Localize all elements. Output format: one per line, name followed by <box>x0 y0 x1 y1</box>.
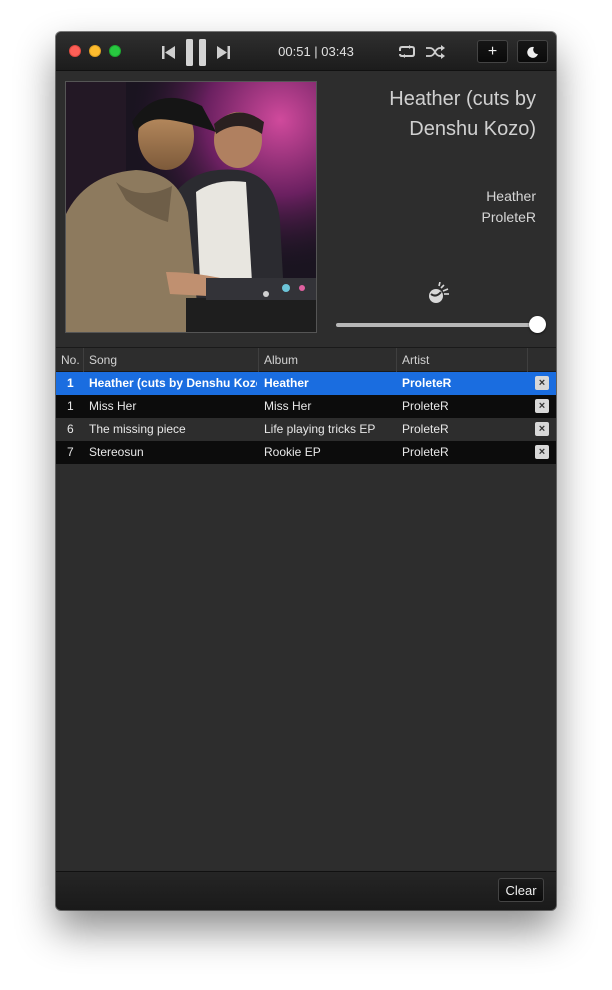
album-art <box>65 81 317 333</box>
table-row[interactable]: 7 Stereosun Rookie EP ProleteR × <box>56 441 556 464</box>
clear-button[interactable]: Clear <box>498 878 544 902</box>
remove-track-button[interactable]: × <box>535 445 549 459</box>
title-bar: 00:51 | 03:43 + <box>56 32 556 71</box>
plus-icon: + <box>487 42 498 60</box>
row-artist: ProleteR <box>402 445 449 459</box>
row-song: Heather (cuts by Denshu Kozo) <box>89 376 257 390</box>
column-header-artist[interactable]: Artist <box>402 353 429 367</box>
remove-track-button[interactable]: × <box>535 376 549 390</box>
row-album: Rookie EP <box>264 445 321 459</box>
close-icon: × <box>538 400 546 412</box>
shuffle-button[interactable] <box>424 43 446 61</box>
time-display: 00:51 | 03:43 <box>278 44 354 59</box>
now-playing-panel: Heather (cuts by Denshu Kozo) Heather Pr… <box>56 72 556 347</box>
volume-slider-thumb[interactable] <box>529 316 546 333</box>
repeat-button[interactable] <box>396 43 418 61</box>
playlist-header: No. Song Album Artist <box>56 347 556 372</box>
night-mode-button[interactable] <box>517 40 548 63</box>
row-artist: ProleteR <box>402 376 452 390</box>
track-album: Heather <box>486 188 536 204</box>
row-album: Heather <box>264 376 309 390</box>
moon-icon <box>526 46 538 58</box>
row-song: Stereosun <box>89 445 144 459</box>
playlist-empty-area <box>56 464 556 870</box>
player-window: 00:51 | 03:43 + Heather (cuts by Denshu … <box>56 32 556 910</box>
pause-icon <box>186 39 206 66</box>
close-window-button[interactable] <box>69 45 81 57</box>
track-artist: ProleteR <box>481 209 536 225</box>
close-icon: × <box>538 377 546 389</box>
minimize-window-button[interactable] <box>89 45 101 57</box>
close-icon: × <box>538 423 546 435</box>
row-song: Miss Her <box>89 399 137 413</box>
row-no: 1 <box>67 399 74 413</box>
remove-track-button[interactable]: × <box>535 422 549 436</box>
row-song: The missing piece <box>89 422 186 436</box>
pause-button[interactable] <box>184 39 208 66</box>
next-icon <box>217 45 230 59</box>
row-album: Life playing tricks EP <box>264 422 376 436</box>
shuffle-icon <box>426 45 445 59</box>
row-no: 7 <box>67 445 74 459</box>
row-no: 1 <box>67 376 74 390</box>
add-button[interactable]: + <box>477 40 508 63</box>
remove-track-button[interactable]: × <box>535 399 549 413</box>
row-no: 6 <box>67 422 74 436</box>
next-button[interactable] <box>214 44 232 60</box>
column-header-no[interactable]: No. <box>61 353 80 367</box>
close-icon: × <box>538 446 546 458</box>
volume-icon <box>428 281 452 304</box>
repeat-icon <box>399 45 415 58</box>
row-album: Miss Her <box>264 399 312 413</box>
previous-button[interactable] <box>160 44 178 60</box>
table-row[interactable]: 6 The missing piece Life playing tricks … <box>56 418 556 441</box>
table-row[interactable]: 1 Heather (cuts by Denshu Kozo) Heather … <box>56 372 556 395</box>
column-header-album[interactable]: Album <box>264 353 298 367</box>
track-title: Heather (cuts by Denshu Kozo) <box>389 88 536 140</box>
row-artist: ProleteR <box>402 399 449 413</box>
column-header-song[interactable]: Song <box>89 353 117 367</box>
volume-slider-track[interactable] <box>336 323 538 327</box>
previous-icon <box>162 45 175 59</box>
footer-bar: Clear <box>56 871 556 910</box>
maximize-window-button[interactable] <box>109 45 121 57</box>
table-row[interactable]: 1 Miss Her Miss Her ProleteR × <box>56 395 556 418</box>
row-artist: ProleteR <box>402 422 449 436</box>
